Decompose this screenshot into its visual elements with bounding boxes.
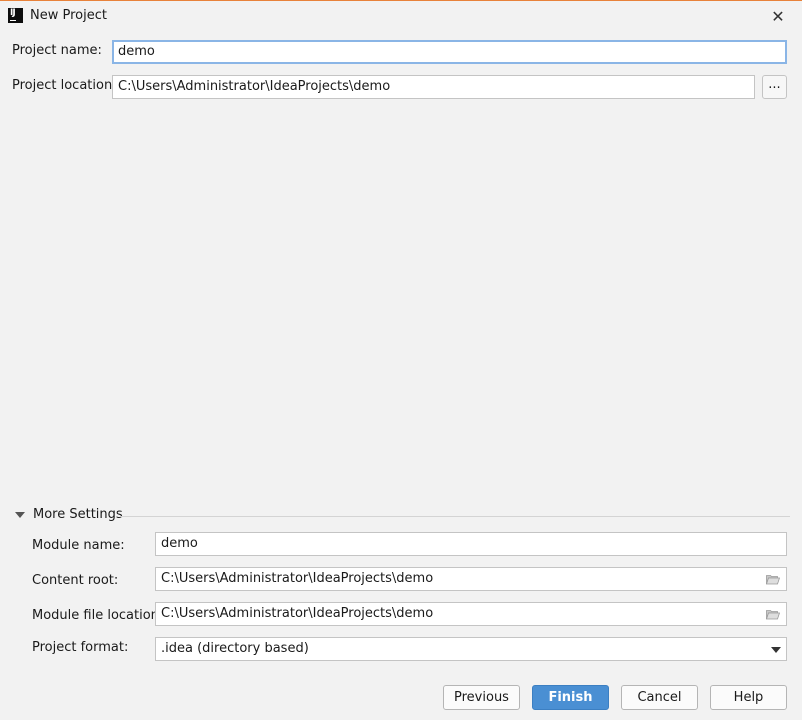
content-root-label: Content root: <box>32 573 119 588</box>
project-format-label: Project format: <box>32 640 129 655</box>
content-root-input[interactable]: C:\Users\Administrator\IdeaProjects\demo <box>155 567 787 591</box>
project-format-select[interactable]: .idea (directory based) <box>155 637 787 661</box>
triangle-down-icon[interactable] <box>15 512 25 518</box>
project-name-input[interactable]: demo <box>112 40 787 64</box>
section-divider <box>120 516 790 517</box>
browse-location-button[interactable]: ... <box>762 75 787 99</box>
project-name-label: Project name: <box>12 43 102 58</box>
window-title: New Project <box>30 8 107 23</box>
cancel-button[interactable]: Cancel <box>621 685 698 710</box>
finish-button[interactable]: Finish <box>532 685 609 710</box>
more-settings-toggle[interactable]: More Settings <box>33 507 123 522</box>
help-button[interactable]: Help <box>710 685 787 710</box>
close-icon[interactable]: ✕ <box>764 3 792 29</box>
project-location-label: Project location: <box>12 78 117 93</box>
intellij-logo-icon: IJ <box>8 8 23 23</box>
title-bar: IJ New Project ✕ <box>0 1 802 31</box>
module-file-location-label: Module file location: <box>32 608 164 623</box>
project-name-label-text: Project name: <box>12 43 102 58</box>
chevron-down-icon[interactable] <box>771 647 781 653</box>
project-location-input[interactable]: C:\Users\Administrator\IdeaProjects\demo <box>112 75 755 99</box>
module-file-location-input[interactable]: C:\Users\Administrator\IdeaProjects\demo <box>155 602 787 626</box>
folder-icon[interactable] <box>766 609 780 620</box>
previous-button[interactable]: Previous <box>443 685 520 710</box>
module-name-label: Module name: <box>32 538 125 553</box>
module-name-input[interactable]: demo <box>155 532 787 556</box>
folder-icon[interactable] <box>766 574 780 585</box>
